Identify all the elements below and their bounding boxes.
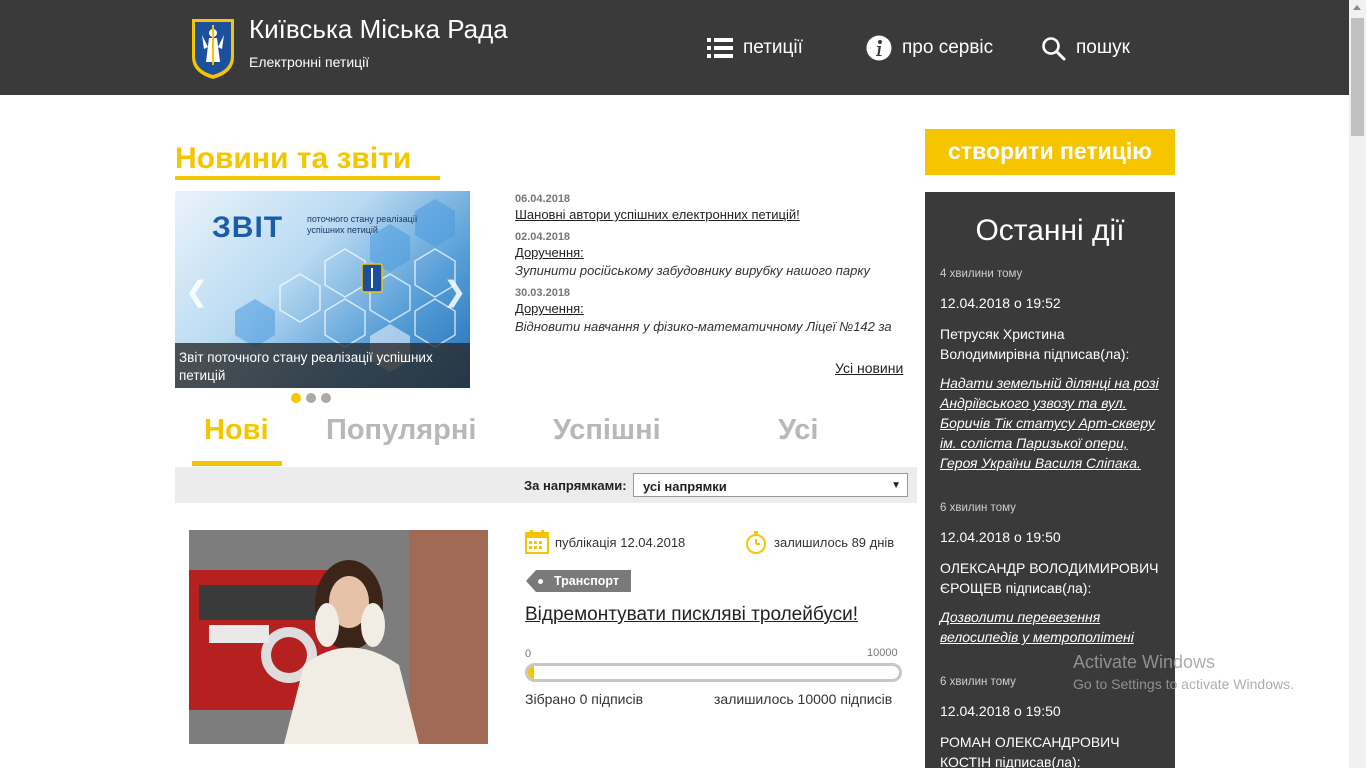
news-date: 06.04.2018 [515, 193, 571, 205]
news-date: 02.04.2018 [515, 231, 571, 243]
scrollbar-thumb[interactable] [1351, 18, 1364, 136]
news-date: 30.03.2018 [515, 287, 571, 299]
nav-about-label: про сервіс [902, 37, 994, 58]
progress-max: 10000 [867, 647, 898, 659]
filter-bar: За напрямками: усі напрямки ▼ [175, 467, 917, 503]
news-heading-underline [175, 176, 440, 180]
slide-caption[interactable]: Звіт поточного стану реалізації успішних… [175, 343, 470, 388]
create-petition-button[interactable]: створити петицію [925, 129, 1175, 175]
petition-published-text: публікація 12.04.2018 [555, 534, 686, 550]
tab-popular[interactable]: Популярні [326, 414, 476, 447]
petition-published: публікація 12.04.2018 [525, 530, 685, 554]
site-title[interactable]: Київська Міська Рада [249, 14, 508, 45]
category-tag[interactable]: Транспорт [526, 570, 632, 592]
news-heading: Новини та звіти [175, 142, 412, 175]
progress-min: 0 [525, 648, 532, 660]
windows-activation-watermark-title: Activate Windows [1073, 652, 1216, 672]
activity-signer: Петрусяк Христина Володимирівна підписав… [940, 326, 1130, 362]
activity-ago: 6 хвилин тому [940, 502, 1016, 514]
slide-title: ЗВІТ [212, 211, 284, 244]
list-icon [707, 38, 733, 58]
news-description: Відновити навчання у фізико-математичном… [515, 319, 892, 334]
page-scrollbar[interactable] [1349, 0, 1366, 768]
tab-new[interactable]: Нові [204, 414, 269, 447]
slider-dot-1[interactable] [291, 393, 301, 403]
site-subtitle: Електронні петиції [249, 54, 370, 70]
activity-signer: РОМАН ОЛЕКСАНДРОВИЧ КОСТІН підписав(ла): [940, 734, 1120, 768]
search-icon [1042, 36, 1066, 60]
slider-next-arrow-icon[interactable]: ❯ [443, 275, 466, 308]
activity-petition-link[interactable]: Надати земельній ділянці на розі Андріїв… [940, 373, 1165, 473]
nav-petitions-label: петиції [743, 37, 803, 58]
nav-petitions[interactable]: петиції [707, 34, 803, 62]
filter-label: За напрямками: [524, 478, 627, 493]
calendar-icon [525, 530, 549, 554]
signature-progress-bar [525, 663, 902, 682]
petition-photo-woman-trolleybus [189, 530, 488, 744]
activity-signer: ОЛЕКСАНДР ВОЛОДИМИРОВИЧ ЄРОЩЕВ підписав(… [940, 560, 1159, 596]
tab-all[interactable]: Усі [778, 414, 818, 447]
nav-search-label: пошук [1076, 37, 1130, 58]
news-link[interactable]: Доручення: [515, 300, 910, 318]
stopwatch-icon [746, 531, 766, 554]
activity-ago: 4 хвилини тому [940, 268, 1023, 280]
petition-days-left-text: залишилось 89 днів [774, 534, 895, 550]
activity-time: 12.04.2018 о 19:50 [940, 529, 1061, 545]
chevron-down-icon: ▼ [891, 480, 901, 491]
recent-activity-title: Останні дії [975, 214, 1125, 247]
news-slider[interactable]: ЗВІТ поточного стану реалізації успішних… [175, 191, 470, 388]
kyiv-coat-of-arms-logo[interactable] [190, 17, 236, 80]
signature-progress-fill [528, 666, 534, 679]
nav-search[interactable]: пошук [1041, 34, 1130, 62]
petition-image[interactable] [189, 530, 488, 744]
news-link[interactable]: Доручення: [515, 244, 910, 262]
news-item: 30.03.2018 Доручення: Відновити навчання… [515, 286, 910, 336]
all-news-link[interactable]: Усі новини [835, 360, 903, 376]
slider-dot-2[interactable] [306, 393, 316, 403]
tab-successful[interactable]: Успішні [553, 414, 661, 447]
slider-dots [291, 393, 331, 403]
slider-prev-arrow-icon[interactable]: ❮ [185, 275, 208, 308]
news-item: 02.04.2018 Доручення: Зупинити російсько… [515, 230, 910, 280]
windows-activation-watermark-text: Go to Settings to activate Windows. [1073, 676, 1294, 692]
slider-dot-3[interactable] [321, 393, 331, 403]
nav-about[interactable]: про сервіс [866, 34, 993, 62]
activity-time: 12.04.2018 о 19:50 [940, 703, 1061, 719]
news-link[interactable]: Шановні автори успішних електронних пети… [515, 206, 910, 224]
news-item: 06.04.2018 Шановні автори успішних елект… [515, 192, 910, 224]
signatures-remaining: залишилось 10000 підписів [714, 691, 893, 707]
petition-days-left: залишилось 89 днів [744, 530, 894, 554]
direction-select[interactable]: усі напрямки ▼ [633, 473, 908, 497]
activity-petition-link[interactable]: Дозволити перевезення велосипедів у метр… [940, 607, 1165, 647]
news-description: Зупинити російському забудовнику вирубку… [515, 263, 870, 278]
scroll-up-arrow-icon[interactable] [1353, 5, 1361, 10]
news-list: 06.04.2018 Шановні автори успішних елект… [515, 192, 910, 342]
direction-select-value: усі напрямки [643, 479, 727, 494]
info-icon [866, 35, 892, 61]
active-tab-underline [192, 461, 282, 466]
petition-title-link[interactable]: Відремонтувати пискляві тролейбуси! [525, 604, 858, 626]
site-header: Київська Міська Рада Електронні петиції … [0, 0, 1349, 95]
activity-entry: 6 хвилин тому 12.04.2018 о 19:50 ОЛЕКСАН… [940, 501, 1165, 647]
activity-entry: 4 хвилини тому 12.04.2018 о 19:52 Петрус… [940, 267, 1165, 473]
activity-time: 12.04.2018 о 19:52 [940, 295, 1061, 311]
signatures-collected: Зібрано 0 підписів [525, 691, 644, 707]
slide-subtitle: поточного стану реалізації успішних пети… [307, 214, 418, 235]
